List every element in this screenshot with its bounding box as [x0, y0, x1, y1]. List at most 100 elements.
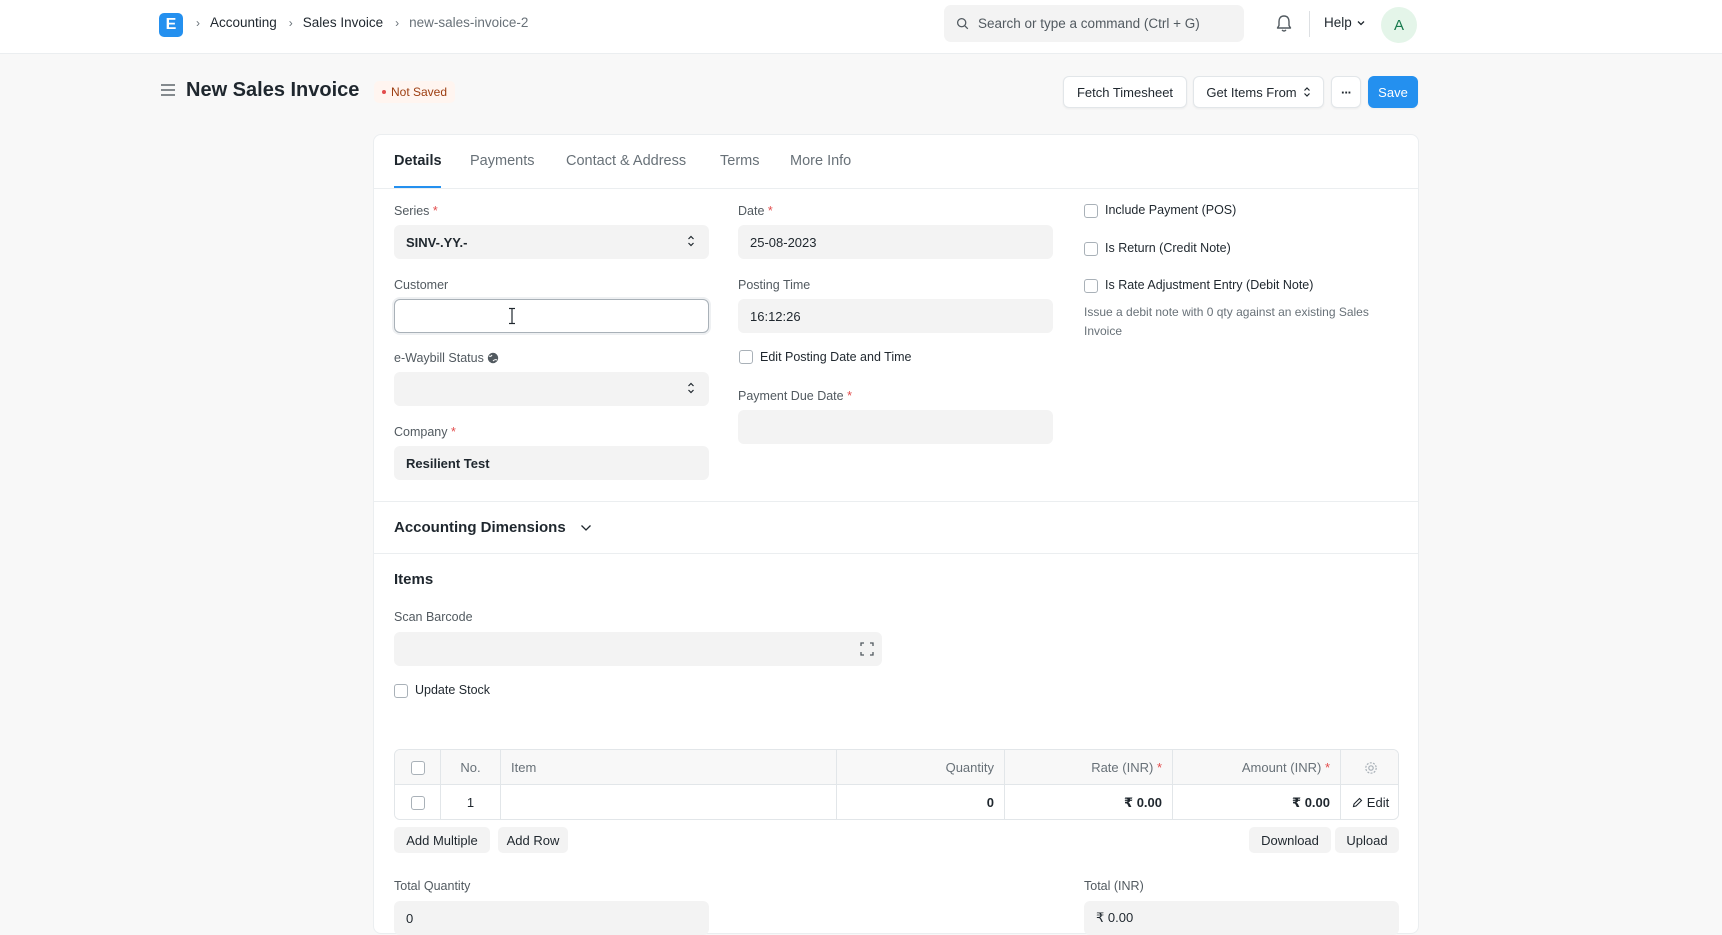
more-icon: ··· — [1341, 84, 1352, 100]
row-rate[interactable]: ₹ 0.00 — [1005, 785, 1173, 819]
section-divider — [374, 553, 1418, 554]
payment-due-date-label-text: Payment Due Date — [738, 389, 844, 403]
search-input[interactable]: Search or type a command (Ctrl + G) — [944, 5, 1244, 42]
search-icon — [956, 17, 969, 30]
scan-barcode-input[interactable] — [394, 632, 882, 666]
required-marker: * — [432, 204, 438, 218]
active-tab-indicator — [394, 186, 441, 188]
select-all-cell — [395, 750, 441, 785]
row-checkbox[interactable] — [410, 795, 425, 810]
accounting-dimensions-toggle[interactable]: Accounting Dimensions — [394, 519, 592, 536]
column-settings-cell — [1341, 750, 1398, 785]
total-inr-input[interactable]: ₹ 0.00 — [1084, 901, 1399, 935]
required-marker: * — [1324, 760, 1330, 775]
bell-icon[interactable] — [1275, 14, 1293, 36]
search-placeholder: Search or type a command (Ctrl + G) — [978, 16, 1200, 31]
date-value: 25-08-2023 — [750, 234, 817, 250]
row-item[interactable] — [501, 785, 837, 819]
payment-due-date-input[interactable] — [738, 410, 1053, 444]
edit-posting-checkbox[interactable] — [739, 350, 753, 364]
col-amount: Amount (INR) * — [1173, 750, 1341, 785]
breadcrumb: › Accounting › Sales Invoice › new-sales… — [196, 15, 540, 30]
tab-contact-address[interactable]: Contact & Address — [566, 153, 686, 169]
app-logo[interactable]: E — [159, 13, 183, 37]
posting-time-value: 16:12:26 — [750, 308, 801, 324]
customer-input[interactable] — [394, 299, 709, 333]
updown-icon — [1303, 87, 1310, 97]
required-marker: * — [847, 389, 852, 403]
navbar: E › Accounting › Sales Invoice › new-sal… — [0, 0, 1722, 54]
add-row-button[interactable]: Add Row — [498, 827, 568, 853]
get-items-from-button[interactable]: Get Items From — [1193, 76, 1324, 108]
total-quantity-input[interactable]: 0 — [394, 901, 709, 935]
chevron-right-icon: › — [288, 15, 293, 30]
tab-details[interactable]: Details — [394, 153, 442, 169]
col-rate: Rate (INR) * — [1005, 750, 1173, 785]
row-edit-label: Edit — [1366, 795, 1390, 810]
chevron-right-icon: › — [395, 15, 400, 30]
series-label-text: Series — [394, 204, 430, 218]
form-card: Details Payments Contact & Address Terms… — [373, 134, 1419, 935]
is-return-checkbox[interactable] — [1084, 242, 1098, 256]
download-button[interactable]: Download — [1249, 827, 1331, 853]
chevron-right-icon: › — [196, 15, 200, 30]
col-amount-label: Amount (INR) — [1241, 760, 1322, 775]
company-value: Resilient Test — [406, 455, 490, 471]
page-title: New Sales Invoice — [186, 79, 360, 101]
date-label-text: Date — [738, 204, 765, 218]
breadcrumb-sales-invoice[interactable]: Sales Invoice — [303, 15, 383, 30]
company-input[interactable]: Resilient Test — [394, 446, 709, 480]
upload-button[interactable]: Upload — [1335, 827, 1399, 853]
form-tabs: Details Payments Contact & Address Terms… — [374, 135, 1418, 189]
accounting-dimensions-title: Accounting Dimensions — [394, 519, 566, 536]
save-button[interactable]: Save — [1368, 76, 1418, 108]
fetch-timesheet-label: Fetch Timesheet — [1076, 84, 1174, 100]
help-dropdown[interactable]: Help — [1324, 15, 1366, 30]
row-quantity[interactable]: 0 — [837, 785, 1005, 819]
get-items-from-label: Get Items From — [1206, 84, 1297, 100]
tab-payments[interactable]: Payments — [470, 153, 534, 169]
status-text: Not Saved — [391, 85, 448, 99]
col-item: Item — [501, 750, 837, 785]
posting-time-input[interactable]: 16:12:26 — [738, 299, 1053, 333]
scan-barcode-label: Scan Barcode — [394, 610, 473, 624]
company-label: Company * — [394, 425, 456, 439]
items-table: No. Item Quantity Rate (INR) * Amount (I… — [394, 749, 1399, 820]
table-row[interactable]: 1 0 ₹ 0.00 ₹ 0.00 Edit — [395, 785, 1398, 819]
payment-due-date-label: Payment Due Date * — [738, 389, 852, 403]
required-marker: * — [1156, 760, 1162, 775]
breadcrumb-current[interactable]: new-sales-invoice-2 — [409, 15, 528, 30]
status-dot — [382, 90, 386, 94]
date-label: Date * — [738, 204, 773, 218]
series-select[interactable]: SINV-.YY.- — [394, 225, 709, 259]
ewaybill-select[interactable] — [394, 372, 709, 406]
rate-adjustment-help: Issue a debit note with 0 qty against an… — [1084, 305, 1369, 338]
required-marker: * — [767, 204, 773, 218]
tab-terms[interactable]: Terms — [720, 153, 759, 169]
company-label-text: Company — [394, 425, 448, 439]
col-quantity: Quantity — [837, 750, 1005, 785]
updown-icon — [688, 382, 694, 394]
select-all-checkbox[interactable] — [410, 760, 425, 775]
add-row-label: Add Row — [506, 832, 560, 848]
navbar-divider — [1309, 11, 1310, 37]
date-input[interactable]: 25-08-2023 — [738, 225, 1053, 259]
more-actions-button[interactable]: ··· — [1331, 76, 1361, 108]
breadcrumb-accounting[interactable]: Accounting — [210, 15, 277, 30]
posting-time-label: Posting Time — [738, 278, 811, 292]
avatar[interactable]: A — [1381, 7, 1417, 43]
include-payment-checkbox[interactable] — [1084, 204, 1098, 218]
add-multiple-button[interactable]: Add Multiple — [394, 827, 490, 853]
is-rate-adjustment-checkbox[interactable] — [1084, 279, 1098, 293]
fetch-timesheet-button[interactable]: Fetch Timesheet — [1063, 76, 1187, 108]
gear-icon[interactable] — [1364, 761, 1378, 775]
add-multiple-label: Add Multiple — [406, 832, 478, 848]
update-stock-checkbox[interactable] — [394, 684, 408, 698]
globe-icon — [488, 352, 499, 364]
sidebar-toggle-icon[interactable] — [160, 83, 176, 100]
tab-more-info[interactable]: More Info — [790, 153, 851, 169]
col-no: No. — [441, 750, 501, 785]
row-amount[interactable]: ₹ 0.00 — [1173, 785, 1341, 819]
row-edit-button[interactable]: Edit — [1341, 785, 1398, 819]
logo-letter: E — [165, 16, 177, 33]
